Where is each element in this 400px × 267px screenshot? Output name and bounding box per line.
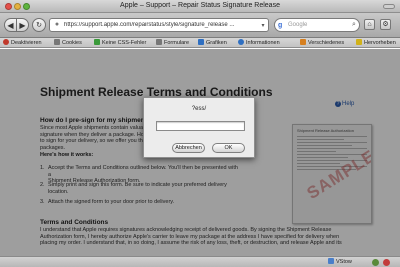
disable-icon bbox=[3, 39, 9, 45]
search-icon[interactable]: ⌕ bbox=[349, 21, 359, 29]
search-bar[interactable]: g Google ⌕ bbox=[274, 18, 360, 32]
url-dropdown-icon[interactable]: ▾ bbox=[258, 22, 268, 29]
reload-button[interactable]: ↻ bbox=[32, 18, 46, 32]
dialog-text-input[interactable] bbox=[156, 121, 245, 131]
form-icon bbox=[156, 39, 162, 45]
bookmarks-bar: Deaktivieren Cookies Keine CSS-Fehler Fo… bbox=[0, 38, 400, 48]
toolbar-toggle-button[interactable] bbox=[383, 4, 395, 9]
ok-button[interactable]: OK bbox=[212, 143, 245, 153]
search-input[interactable]: Google bbox=[288, 22, 349, 28]
bookmark-hervorheben[interactable]: Hervorheben bbox=[356, 39, 396, 47]
vstow-label: VStow bbox=[336, 259, 352, 265]
bookmark-label: Formulare bbox=[164, 40, 190, 46]
browser-toolbar: ◀ ▶ ↻ ● https://support.apple.com/repair… bbox=[0, 13, 400, 38]
tools-icon bbox=[300, 39, 306, 45]
vstow-addon[interactable]: VStow bbox=[328, 258, 352, 265]
bookmark-label: Informationen bbox=[246, 40, 280, 46]
bookmark-grafiken[interactable]: Grafiken bbox=[198, 39, 227, 47]
back-arrow-icon: ◀ bbox=[7, 20, 14, 30]
home-icon: ⌂ bbox=[367, 21, 372, 28]
window-titlebar: Apple – Support – Repair Status Signatur… bbox=[0, 0, 400, 13]
prompt-dialog: ?ess/ Abbrechen OK bbox=[143, 97, 255, 158]
address-bar[interactable]: ● https://support.apple.com/repairstatus… bbox=[49, 18, 269, 32]
addon-status-icon[interactable] bbox=[372, 259, 379, 266]
reload-icon: ↻ bbox=[36, 22, 42, 29]
info-icon bbox=[238, 39, 244, 45]
checkmark-icon bbox=[94, 39, 100, 45]
bookmark-informationen[interactable]: Informationen bbox=[238, 39, 280, 47]
vstow-icon bbox=[328, 258, 334, 264]
window-title: Apple – Support – Repair Status Signatur… bbox=[120, 2, 280, 9]
forward-arrow-icon: ▶ bbox=[19, 20, 26, 30]
bookmark-cookies[interactable]: Cookies bbox=[54, 39, 82, 47]
bookmark-label: Verschiedenes bbox=[308, 40, 345, 46]
bookmark-formulare[interactable]: Formulare bbox=[156, 39, 189, 47]
bookmark-css[interactable]: Keine CSS-Fehler bbox=[94, 39, 146, 47]
cookie-icon bbox=[54, 39, 60, 45]
bookmark-label: Hervorheben bbox=[364, 40, 396, 46]
status-bar: VStow bbox=[0, 256, 400, 267]
bookmark-label: Deaktivieren bbox=[11, 40, 42, 46]
menu-button[interactable]: ⚙ bbox=[380, 19, 391, 30]
highlight-icon bbox=[356, 39, 362, 45]
google-search-engine-icon[interactable]: g bbox=[278, 22, 288, 29]
dialog-message: ?ess/ bbox=[191, 106, 207, 112]
gear-icon: ⚙ bbox=[382, 21, 389, 28]
bookmark-label: Cookies bbox=[62, 40, 82, 46]
block-status-icon[interactable] bbox=[383, 259, 390, 266]
site-favicon-icon: ● bbox=[54, 21, 60, 28]
home-button[interactable]: ⌂ bbox=[364, 19, 375, 30]
url-text[interactable]: https://support.apple.com/repairstatus/s… bbox=[64, 22, 258, 28]
bookmark-verschiedenes[interactable]: Verschiedenes bbox=[300, 39, 344, 47]
bookmark-label: Keine CSS-Fehler bbox=[102, 40, 147, 46]
bookmark-label: Grafiken bbox=[206, 40, 227, 46]
bookmark-deaktivieren[interactable]: Deaktivieren bbox=[3, 39, 42, 47]
forward-button[interactable]: ▶ bbox=[16, 18, 29, 32]
image-icon bbox=[198, 39, 204, 45]
cancel-button[interactable]: Abbrechen bbox=[172, 143, 205, 153]
